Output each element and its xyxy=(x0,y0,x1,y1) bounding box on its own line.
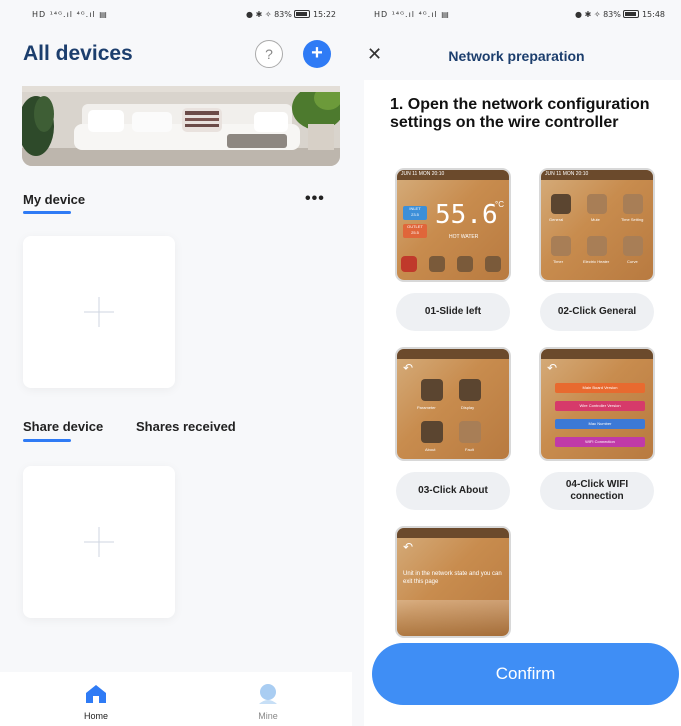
status-time: 15:22 xyxy=(312,10,336,19)
step-02-pill: 02-Click General xyxy=(540,293,654,331)
lock-icon xyxy=(485,256,501,272)
battery-icon xyxy=(294,10,311,18)
nav-home-label: Home xyxy=(83,711,108,721)
network-preparation-screen: HD ¹⁴ᴳ.ıl ⁴ᴳ.ıl ▤ ● ✱ ✧ 83% 15:48 ✕ Netw… xyxy=(352,0,681,726)
signal-indicators: HD ¹⁴ᴳ.ıl ⁴ᴳ.ıl ▤ xyxy=(32,10,108,19)
step-03-pill: 03-Click About xyxy=(396,472,510,510)
power-icon xyxy=(401,256,417,272)
mode-icon xyxy=(429,256,445,272)
timer-icon xyxy=(551,236,571,256)
more-icon[interactable]: ••• xyxy=(305,190,325,208)
nav-mine[interactable]: Mine xyxy=(248,684,288,721)
back-arrow-icon: ↶ xyxy=(403,540,414,554)
help-button[interactable]: ? xyxy=(255,40,283,68)
bottom-nav xyxy=(0,672,352,726)
screenshot: HD ¹⁴ᴳ.ıl ⁴ᴳ.ıl ▤ ● ✱ ✧ 83% 15:22 All de… xyxy=(0,0,681,726)
nav-home[interactable]: Home xyxy=(76,684,116,721)
controller-screen-menu: JUN 11 MON 20:10 General Mute Time Setti… xyxy=(541,170,653,280)
temperature-readout: 55.6 xyxy=(435,200,498,230)
status-bar: HD ¹⁴ᴳ.ıl ⁴ᴳ.ıl ▤ ● ✱ ✧ 83% 15:22 xyxy=(0,0,352,30)
page-title: All devices xyxy=(23,42,133,65)
signal-indicators: HD ¹⁴ᴳ.ıl ⁴ᴳ.ıl ▤ xyxy=(374,10,450,19)
tab-share-device[interactable]: Share device xyxy=(23,419,103,434)
page-title: Network preparation xyxy=(448,48,585,64)
display-icon xyxy=(459,379,481,401)
nav-mine-label: Mine xyxy=(258,711,278,721)
banner-image xyxy=(22,86,340,166)
parameter-icon xyxy=(421,379,443,401)
home-icon xyxy=(86,685,106,703)
mute-icon xyxy=(587,194,607,214)
add-share-card[interactable] xyxy=(23,466,175,618)
status-right: ● ✱ ✧ 83% 15:48 xyxy=(575,10,665,19)
step-title: 1. Open the network configuration settin… xyxy=(390,96,650,131)
step-01-pill: 01-Slide left xyxy=(396,293,510,331)
temp-icon xyxy=(457,256,473,272)
general-icon xyxy=(551,194,571,214)
add-device-button[interactable]: + xyxy=(303,40,331,68)
add-device-card[interactable] xyxy=(23,236,175,388)
tab-my-device[interactable]: My device xyxy=(23,192,85,207)
back-arrow-icon: ↶ xyxy=(403,361,414,375)
controller-screen-home: JUN 11 MON 20:10 INLET 23.5 OUTLET 25.5 55… xyxy=(397,170,509,280)
heater-icon xyxy=(587,236,607,256)
about-icon xyxy=(421,421,443,443)
controller-screen-general: ↶ Parameter Display About Fault xyxy=(397,349,509,459)
sofa-room-illustration xyxy=(22,86,340,166)
controller-screen-about: ↶ Main Board Version Wire Controller Ver… xyxy=(541,349,653,459)
inlet-badge: INLET 23.5 xyxy=(403,206,427,220)
outlet-badge: OUTLET 25.5 xyxy=(403,224,427,238)
battery-icon xyxy=(623,10,640,18)
home-screen: HD ¹⁴ᴳ.ıl ⁴ᴳ.ıl ▤ ● ✱ ✧ 83% 15:22 All de… xyxy=(0,0,352,726)
user-icon xyxy=(259,684,277,704)
back-arrow-icon: ↶ xyxy=(547,361,558,375)
status-right: ● ✱ ✧ 83% 15:22 xyxy=(246,10,336,19)
status-bar: HD ¹⁴ᴳ.ıl ⁴ᴳ.ıl ▤ ● ✱ ✧ 83% 15:48 xyxy=(352,0,681,30)
fault-icon xyxy=(459,421,481,443)
confirm-button[interactable]: Confirm xyxy=(372,643,679,705)
tab-active-indicator xyxy=(23,439,71,442)
curve-icon xyxy=(623,236,643,256)
controller-screen-network: ↶ Unit in the network state and you can … xyxy=(397,528,509,636)
tab-shares-received[interactable]: Shares received xyxy=(136,419,236,434)
step-04-pill: 04-Click WIFI connection xyxy=(540,472,654,510)
time-setting-icon xyxy=(623,194,643,214)
status-time: 15:48 xyxy=(641,10,665,19)
tab-active-indicator xyxy=(23,211,71,214)
